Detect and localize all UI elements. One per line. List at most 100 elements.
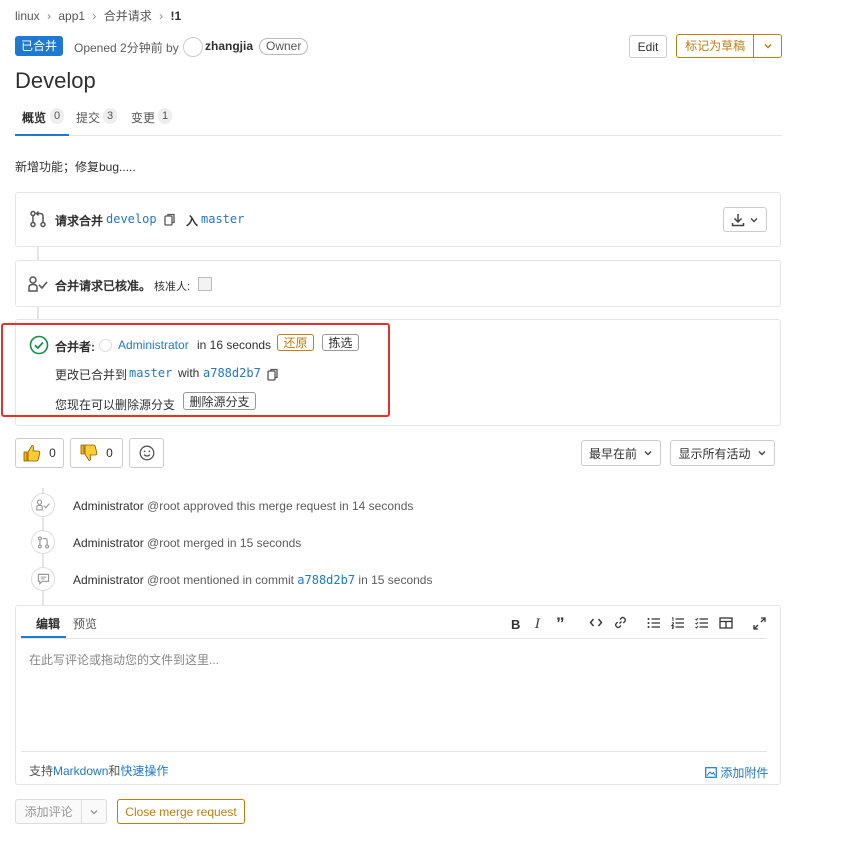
tab-changes-count: 1 (158, 108, 173, 124)
tab-commits[interactable]: 提交 3 (76, 101, 124, 136)
thumbs-down-count: 0 (106, 446, 113, 460)
avatar[interactable] (183, 37, 203, 57)
task-list-icon[interactable] (695, 617, 709, 632)
tab-changes[interactable]: 变更 1 (131, 101, 179, 136)
breadcrumb-merge-requests[interactable]: 合并请求 (104, 9, 152, 23)
quick-actions-link[interactable]: 快速操作 (120, 764, 168, 778)
add-comment-button[interactable]: 添加评论 (15, 799, 107, 824)
thumbs-up-icon (23, 445, 41, 462)
tab-preview[interactable]: 预览 (73, 615, 97, 632)
chevron-down-icon (644, 451, 652, 456)
chevron-down-icon[interactable] (754, 41, 781, 51)
opened-text: Opened 2分钟前 by (74, 41, 179, 55)
breadcrumb: linux › app1 › 合并请求 › !1 (15, 7, 181, 24)
quote-icon[interactable]: ” (556, 614, 565, 634)
author-name[interactable]: zhangjia (205, 39, 253, 53)
editor-footer-divider (21, 751, 767, 752)
link-icon[interactable] (614, 616, 627, 632)
approval-icon (28, 276, 48, 295)
target-branch-link[interactable]: master (201, 212, 244, 226)
markdown-help: 支持Markdown和快速操作 (29, 762, 168, 779)
download-dropdown-button[interactable] (723, 207, 767, 232)
markdown-help-prefix: 支持 (29, 764, 54, 778)
markdown-link[interactable]: Markdown (53, 764, 108, 778)
sort-order-label: 最早在前 (588, 446, 637, 461)
tab-preview-label: 预览 (73, 617, 98, 631)
tab-overview[interactable]: 概览 0 (15, 101, 69, 136)
source-branch-link[interactable]: develop (106, 212, 157, 226)
breadcrumb-app1[interactable]: app1 (58, 9, 85, 23)
download-icon (731, 213, 745, 226)
approval-text: 合并请求已核准。 (55, 279, 152, 293)
timeline-user[interactable]: Administrator (73, 499, 144, 513)
attach-file-label: 添加附件 (720, 766, 769, 780)
attach-file-button[interactable]: 添加附件 (705, 764, 768, 781)
tab-commits-count: 3 (103, 108, 118, 124)
mark-as-draft-button[interactable]: 标记为草稿 (676, 34, 782, 58)
timeline-item-approved: Administrator @root approved this merge … (73, 499, 413, 513)
edit-button[interactable]: Edit (629, 35, 667, 58)
chevron-right-icon: › (47, 9, 52, 23)
timeline-text-after: in 15 seconds (358, 573, 433, 587)
status-badge: 已合并 (15, 36, 64, 56)
timeline-text: @root approved this merge request in 14 … (147, 499, 414, 513)
timeline-commit-link[interactable]: a788d2b7 (297, 573, 355, 587)
timeline-text: @root merged in 15 seconds (147, 536, 302, 550)
copy-icon[interactable] (164, 213, 176, 229)
merge-icon (31, 530, 55, 554)
activity-filter-dropdown[interactable]: 显示所有活动 (670, 440, 775, 466)
italic-icon[interactable]: I (535, 617, 540, 632)
timeline-user[interactable]: Administrator (73, 573, 144, 587)
image-icon (705, 767, 717, 778)
highlight-box (1, 323, 390, 417)
add-reaction-button[interactable] (129, 438, 164, 468)
timeline-text: @root mentioned in commit (147, 573, 294, 587)
chevron-right-icon: › (159, 9, 164, 23)
into-label: 入 (186, 214, 199, 228)
tab-commits-label: 提交 (76, 111, 101, 125)
chevron-right-icon: › (92, 9, 97, 23)
comment-icon (31, 567, 55, 591)
widget-connector (37, 247, 39, 261)
breadcrumb-mr-id[interactable]: !1 (170, 9, 181, 23)
approvers-label: 核准人: (154, 281, 191, 293)
fullscreen-icon[interactable] (753, 617, 766, 633)
description: 新增功能；修复bug..... (15, 160, 136, 174)
thumbs-up-count: 0 (49, 446, 56, 460)
tab-write-label: 编辑 (36, 617, 61, 631)
approver-avatar[interactable] (198, 277, 212, 291)
bold-icon[interactable]: B (511, 617, 520, 632)
tab-overview-count: 0 (50, 108, 65, 124)
bullet-list-icon[interactable] (647, 617, 661, 632)
thumbs-down-button[interactable]: 0 (70, 438, 123, 468)
close-merge-request-button[interactable]: Close merge request (117, 799, 245, 824)
numbered-list-icon[interactable] (670, 617, 685, 632)
table-icon[interactable] (719, 617, 733, 632)
timeline-item-mentioned: Administrator @root mentioned in commit … (73, 573, 432, 587)
tab-write[interactable]: 编辑 (21, 606, 66, 638)
comment-placeholder: 在此写评论或拖动您的文件到这里... (29, 653, 220, 667)
tab-changes-label: 变更 (131, 111, 156, 125)
merge-request-prefix: 请求合并 (55, 214, 104, 228)
comment-editor: 编辑 预览 B I ” 在此写评论或拖动您的文件到这里... 支持Markdow… (15, 605, 781, 785)
approval-panel: 合并请求已核准。 核准人: (15, 260, 781, 307)
chevron-down-icon (750, 217, 758, 222)
comment-textarea[interactable]: 在此写评论或拖动您的文件到这里... (21, 639, 767, 751)
thumbs-down-icon (80, 444, 98, 461)
branch-info-panel: 请求合并 develop 入 master (15, 192, 781, 247)
smiley-icon (139, 445, 154, 461)
code-icon[interactable] (589, 616, 603, 632)
mark-as-draft-label: 标记为草稿 (685, 39, 746, 53)
merge-request-icon (29, 210, 47, 231)
breadcrumb-linux[interactable]: linux (15, 9, 40, 23)
sort-order-dropdown[interactable]: 最早在前 (581, 440, 661, 466)
approval-icon (31, 493, 55, 517)
add-comment-label: 添加评论 (24, 805, 73, 819)
activity-filter-label: 显示所有活动 (678, 446, 751, 461)
chevron-down-icon[interactable] (82, 807, 106, 817)
tab-overview-label: 概览 (22, 111, 47, 125)
tabs: 概览 0 提交 3 变更 1 (15, 101, 782, 136)
thumbs-up-button[interactable]: 0 (15, 438, 64, 468)
timeline-user[interactable]: Administrator (73, 536, 144, 550)
chevron-down-icon (758, 451, 765, 456)
